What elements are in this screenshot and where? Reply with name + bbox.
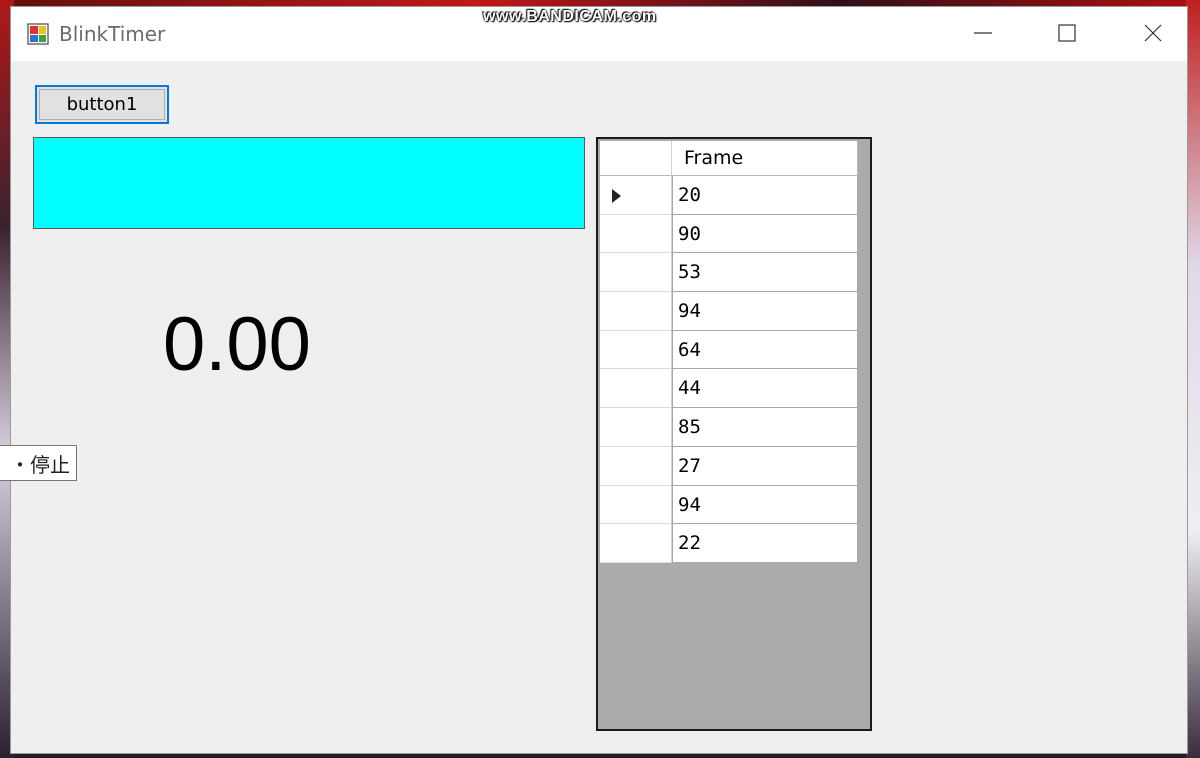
grid-corner-header[interactable] bbox=[600, 141, 672, 176]
table-row[interactable]: 22 bbox=[600, 524, 858, 563]
column-header-frame[interactable]: Frame bbox=[672, 141, 858, 176]
frame-cell[interactable]: 85 bbox=[672, 408, 858, 447]
table-row[interactable]: 90 bbox=[600, 214, 858, 254]
close-button[interactable] bbox=[1125, 15, 1181, 51]
blink-indicator-panel bbox=[33, 137, 585, 229]
frame-cell[interactable]: 27 bbox=[672, 446, 858, 486]
row-header[interactable] bbox=[600, 253, 672, 293]
timer-display: 0.00 bbox=[163, 302, 311, 387]
table-row[interactable]: 53 bbox=[600, 253, 858, 293]
grid-rows: 20 90 53 94 64 44 85 27 94 22 bbox=[600, 176, 858, 563]
row-header[interactable] bbox=[600, 485, 672, 525]
row-header[interactable] bbox=[600, 330, 672, 370]
blinktimer-window: BlinkTimer www.BANDICAM.com button1 0.00… bbox=[0, 6, 1188, 754]
frame-cell[interactable]: 90 bbox=[672, 214, 858, 254]
frame-data-grid[interactable]: Frame 20 90 53 94 64 44 85 27 94 22 bbox=[596, 137, 872, 731]
table-row[interactable]: 44 bbox=[600, 369, 858, 409]
button1-label: button1 bbox=[39, 89, 165, 120]
table-row[interactable]: 20 bbox=[600, 176, 858, 215]
app-icon[interactable] bbox=[27, 23, 49, 45]
minimize-button[interactable] bbox=[955, 15, 1011, 51]
frame-cell[interactable]: 53 bbox=[672, 253, 858, 293]
frame-cell[interactable]: 94 bbox=[672, 485, 858, 525]
table-row[interactable]: 27 bbox=[600, 446, 858, 486]
title-bar[interactable]: BlinkTimer www.BANDICAM.com bbox=[11, 7, 1187, 61]
table-row[interactable]: 85 bbox=[600, 408, 858, 447]
row-header[interactable] bbox=[600, 214, 672, 254]
table-row[interactable]: 94 bbox=[600, 292, 858, 331]
button1[interactable]: button1 bbox=[35, 85, 169, 124]
maximize-icon bbox=[1058, 24, 1076, 42]
frame-cell[interactable]: 22 bbox=[672, 524, 858, 563]
desktop-background-right bbox=[1186, 0, 1200, 758]
row-header[interactable] bbox=[600, 176, 672, 215]
row-header[interactable] bbox=[600, 524, 672, 563]
frame-cell[interactable]: 44 bbox=[672, 369, 858, 409]
row-header[interactable] bbox=[600, 292, 672, 331]
frame-cell[interactable]: 20 bbox=[672, 176, 858, 215]
row-header[interactable] bbox=[600, 446, 672, 486]
table-row[interactable]: 94 bbox=[600, 485, 858, 525]
minimize-icon bbox=[974, 32, 992, 34]
row-header[interactable] bbox=[600, 408, 672, 447]
grid-scroll-area bbox=[856, 139, 870, 561]
close-icon bbox=[1144, 24, 1162, 42]
frame-cell[interactable]: 94 bbox=[672, 292, 858, 331]
current-row-arrow-icon bbox=[612, 189, 621, 203]
table-row[interactable]: 64 bbox=[600, 330, 858, 370]
recorder-watermark: www.BANDICAM.com bbox=[483, 8, 657, 25]
frame-cell[interactable]: 64 bbox=[672, 330, 858, 370]
row-header[interactable] bbox=[600, 369, 672, 409]
window-title: BlinkTimer bbox=[59, 22, 166, 46]
stop-tooltip: ・停止 bbox=[0, 445, 77, 481]
maximize-button[interactable] bbox=[1039, 15, 1095, 51]
